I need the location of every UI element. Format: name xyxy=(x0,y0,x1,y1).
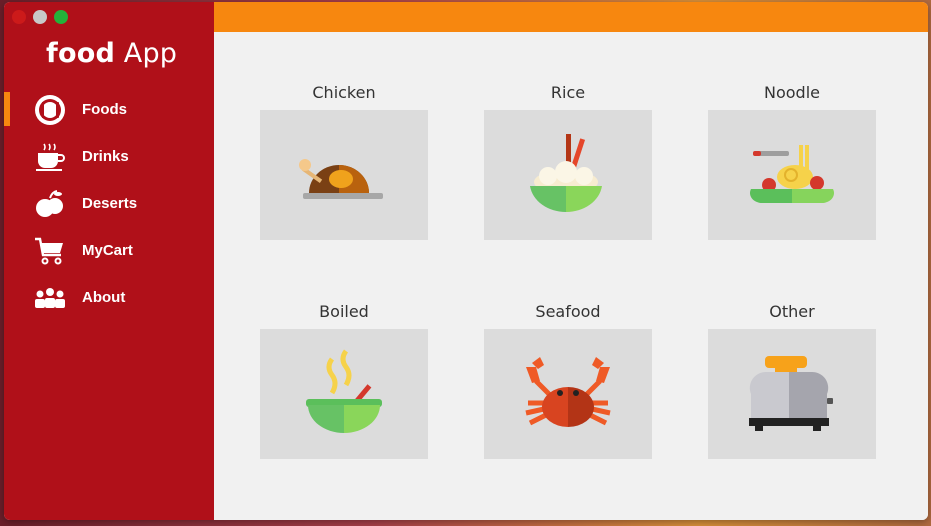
category-card-rice: Rice xyxy=(484,82,652,240)
sidebar-item-label: MyCart xyxy=(82,242,133,259)
people-icon xyxy=(32,281,68,315)
window-controls xyxy=(12,10,68,24)
app-window: food App Foods Drinks Deserts MyCart Abo… xyxy=(4,2,928,520)
category-card-other: Other xyxy=(708,301,876,459)
close-window-button[interactable] xyxy=(12,10,26,24)
sidebar-item-deserts[interactable]: Deserts xyxy=(4,180,214,227)
roast-chicken-icon xyxy=(299,159,383,199)
sidebar-item-label: Foods xyxy=(82,101,127,118)
minimize-window-button[interactable] xyxy=(33,10,47,24)
sidebar-item-label: Drinks xyxy=(82,148,129,165)
category-label: Seafood xyxy=(535,302,601,321)
sidebar: food App Foods Drinks Deserts MyCart Abo… xyxy=(4,2,214,520)
fruit-icon xyxy=(32,187,68,221)
sidebar-item-label: About xyxy=(82,289,126,306)
crab-icon xyxy=(525,357,611,427)
title-bar[interactable] xyxy=(214,2,928,32)
coffee-cup-icon xyxy=(32,140,68,174)
category-tile-other[interactable] xyxy=(708,329,876,459)
category-card-seafood: Seafood xyxy=(484,301,652,459)
category-card-boiled: Boiled xyxy=(260,301,428,459)
category-label: Chicken xyxy=(312,83,376,102)
maximize-window-button[interactable] xyxy=(54,10,68,24)
soup-bowl-icon xyxy=(306,349,382,433)
category-label: Other xyxy=(769,302,815,321)
app-logo-bold: food xyxy=(46,38,115,69)
noodle-plate-icon xyxy=(749,145,835,203)
app-logo-regular: App xyxy=(123,38,178,69)
cart-icon xyxy=(32,234,68,268)
sidebar-item-foods[interactable]: Foods xyxy=(4,86,214,133)
food-plate-icon xyxy=(32,93,68,127)
sidebar-item-about[interactable]: About xyxy=(4,274,214,321)
category-tile-chicken[interactable] xyxy=(260,110,428,240)
category-card-noodle: Noodle xyxy=(708,82,876,240)
sidebar-nav: Foods Drinks Deserts MyCart About xyxy=(4,86,214,321)
category-tile-seafood[interactable] xyxy=(484,329,652,459)
app-logo: food App xyxy=(46,38,177,69)
category-tile-rice[interactable] xyxy=(484,110,652,240)
category-label: Noodle xyxy=(764,83,820,102)
category-card-chicken: Chicken xyxy=(260,82,428,240)
toaster-icon xyxy=(749,356,833,431)
category-label: Boiled xyxy=(319,302,369,321)
rice-bowl-icon xyxy=(530,134,602,213)
sidebar-item-label: Deserts xyxy=(82,195,138,212)
category-tile-boiled[interactable] xyxy=(260,329,428,459)
sidebar-item-mycart[interactable]: MyCart xyxy=(4,227,214,274)
main-content: Chicken Rice Noodle Boiled Seafood Other xyxy=(214,32,928,520)
category-tile-noodle[interactable] xyxy=(708,110,876,240)
category-label: Rice xyxy=(550,83,586,102)
sidebar-item-drinks[interactable]: Drinks xyxy=(4,133,214,180)
